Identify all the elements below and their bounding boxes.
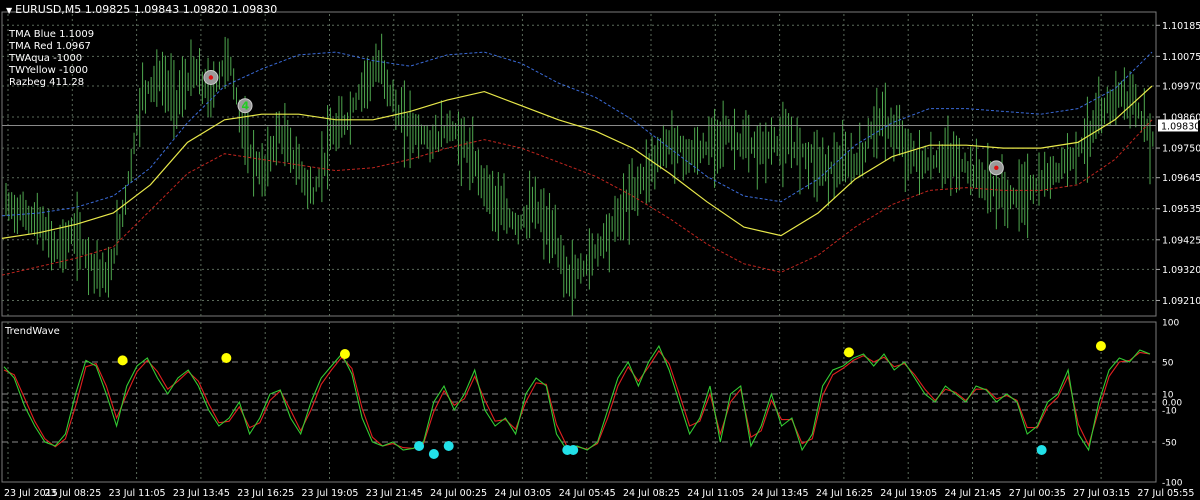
time-tick-label: 23 Jul 21:45 xyxy=(366,488,423,499)
indicator-legend: TMA Blue 1.1009 TMA Red 1.0967 TWAqua -1… xyxy=(9,29,94,89)
time-tick-label: 23 Jul 11:05 xyxy=(109,488,166,499)
signal-dot xyxy=(1095,341,1106,351)
legend-tma-blue: TMA Blue 1.1009 xyxy=(9,29,95,40)
trade-marker-dot xyxy=(208,75,214,80)
price-pane-frame xyxy=(1,11,1157,317)
price-tick-label: 1.10185 xyxy=(1162,21,1200,32)
signal-dot xyxy=(117,355,128,366)
chart-title: ▼ EURUSD,M5 1.09825 1.09843 1.09820 1.098… xyxy=(6,3,277,16)
time-tick-label: 23 Jul 16:25 xyxy=(237,488,294,499)
trade-marker-dot xyxy=(994,165,999,171)
wave-tick-label: -100 xyxy=(1162,479,1183,489)
wave-tick-label: 100 xyxy=(1162,319,1179,329)
indicator-pane-label: TrendWave xyxy=(5,326,60,337)
wave-axis: 10050100.00-10-50-100 xyxy=(1162,319,1183,489)
wave-tick-label: 50 xyxy=(1162,359,1174,369)
signal-dot xyxy=(443,441,454,451)
wave-grid xyxy=(1,321,1157,483)
time-tick-label: 27 Jul 05:55 xyxy=(1137,488,1194,499)
price-tick-label: 1.10075 xyxy=(1162,52,1200,63)
time-axis: 23 Jul 201523 Jul 08:25 23 Jul 11:05 23 Ju… xyxy=(4,488,1194,499)
price-tick-label: 1.09425 xyxy=(1162,235,1200,246)
current-price-label: 1.09830 xyxy=(1161,121,1200,132)
time-tick-label: 23 Jul 19:05 xyxy=(302,488,359,499)
signal-dot xyxy=(221,353,232,363)
time-tick-label: 23 Jul 08:25 xyxy=(44,488,101,499)
signal-dot xyxy=(843,347,854,358)
chart-canvas[interactable]: 4 1.101851.100751.099701.098601.097501.0… xyxy=(0,0,1200,500)
time-tick-label: 24 Jul 08:25 xyxy=(623,488,680,499)
time-tick-label: 23 Jul 13:45 xyxy=(173,488,230,499)
price-axis: 1.101851.100751.099701.098601.097501.096… xyxy=(1156,21,1200,307)
price-tick-label: 1.09320 xyxy=(1162,265,1200,276)
time-tick-label: 24 Jul 11:05 xyxy=(687,488,744,499)
time-tick-label: 24 Jul 03:05 xyxy=(494,488,551,499)
signal-dot xyxy=(339,349,350,359)
signal-dot xyxy=(414,441,425,451)
price-tick-label: 1.09970 xyxy=(1162,81,1200,92)
signal-dot xyxy=(1036,445,1047,455)
time-tick-label: 24 Jul 16:25 xyxy=(816,488,873,499)
symbol-quote: EURUSD,M5 1.09825 1.09843 1.09820 1.0983… xyxy=(15,3,278,16)
price-bars xyxy=(5,33,1154,316)
time-tick-label: 24 Jul 13:45 xyxy=(752,488,809,499)
price-tick-label: 1.09645 xyxy=(1162,173,1200,184)
price-tick-label: 1.09210 xyxy=(1162,296,1200,307)
trendwave-signals xyxy=(117,341,1106,459)
price-grid xyxy=(1,11,1157,317)
signal-dot xyxy=(428,449,439,459)
legend-twaqua: TWAqua -1000 xyxy=(9,53,83,64)
time-tick-label: 24 Jul 21:45 xyxy=(945,488,1002,499)
wave-tick-label: -50 xyxy=(1162,439,1177,449)
legend-razbeg: Razbeg 411.28 xyxy=(9,77,85,88)
legend-tma-red: TMA Red 1.0967 xyxy=(9,41,91,52)
time-tick-label: 24 Jul 00:25 xyxy=(430,488,487,499)
price-tick-label: 1.09750 xyxy=(1162,144,1200,155)
time-tick-label: 24 Jul 05:45 xyxy=(559,488,616,499)
wave-tick-label: -10 xyxy=(1162,407,1177,417)
trade-marker-label: 4 xyxy=(242,100,250,113)
time-tick-label: 27 Jul 03:15 xyxy=(1073,488,1130,499)
time-tick-label: 27 Jul 00:35 xyxy=(1009,488,1066,499)
legend-twyellow: TWYellow -1000 xyxy=(9,65,89,76)
signal-dot xyxy=(568,445,579,455)
time-tick-label: 24 Jul 19:05 xyxy=(880,488,937,499)
wave_red-line xyxy=(3,349,1151,450)
price-tick-label: 1.09535 xyxy=(1162,204,1200,215)
dropdown-arrow-icon[interactable]: ▼ xyxy=(6,6,12,15)
